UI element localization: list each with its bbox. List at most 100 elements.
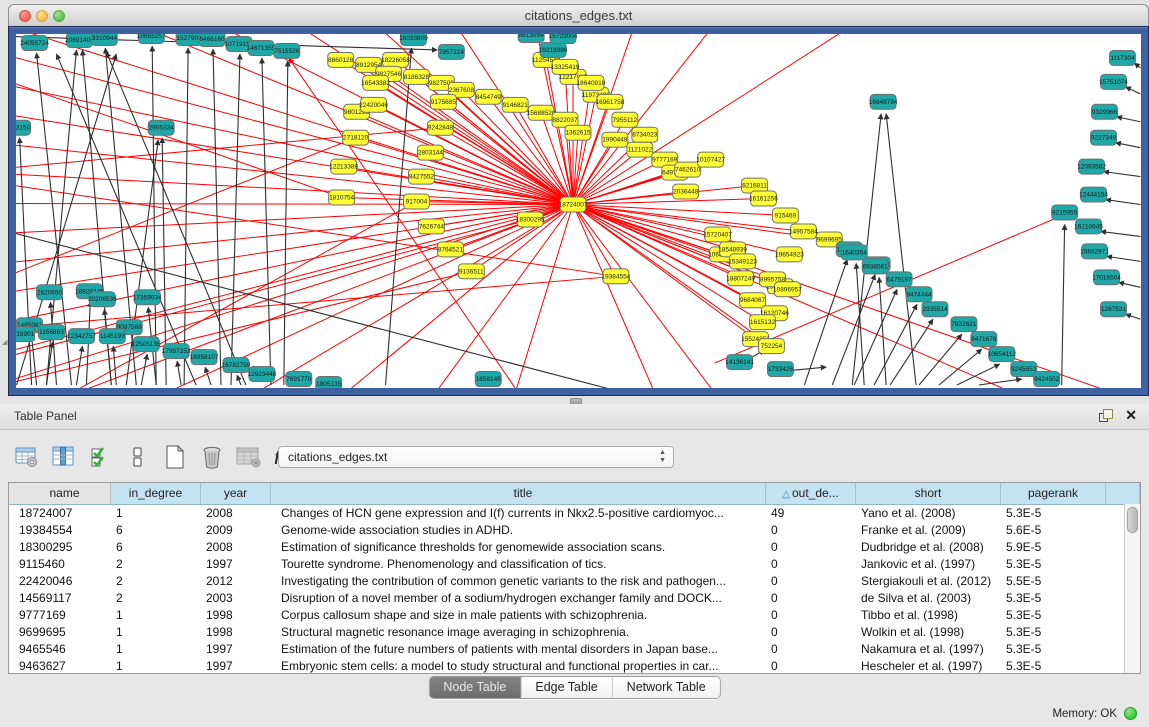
graph-node[interactable]: 8186328 bbox=[403, 69, 429, 84]
graph-node[interactable]: 2905334 bbox=[148, 120, 174, 135]
table-options-icon[interactable] bbox=[14, 444, 40, 470]
graph-node[interactable]: 8734023 bbox=[632, 127, 658, 142]
graph-node[interactable]: 9227349 bbox=[1091, 130, 1117, 145]
graph-node[interactable]: 3310944 bbox=[91, 34, 117, 45]
table-row[interactable]: 1872400712008Changes of HCN gene express… bbox=[9, 505, 1140, 522]
graph-node[interactable]: 15692971 bbox=[1080, 244, 1109, 259]
graph-node[interactable]: 6938561 bbox=[862, 259, 888, 274]
graph-node[interactable]: 1156863 bbox=[39, 325, 65, 340]
panel-splitter[interactable] bbox=[0, 396, 1149, 404]
graph-node[interactable]: 8764521 bbox=[437, 242, 463, 257]
graph-node[interactable]: 18300295 bbox=[516, 212, 545, 227]
graph-node[interactable]: 9245652 bbox=[1011, 362, 1037, 377]
graph-node[interactable]: 16543382 bbox=[361, 75, 390, 90]
graph-node[interactable]: 9329966 bbox=[1092, 104, 1118, 119]
graph-node[interactable]: 10107427 bbox=[696, 152, 725, 167]
graph-node[interactable]: 1905135 bbox=[316, 377, 342, 388]
graph-node[interactable]: 16161256 bbox=[749, 191, 778, 206]
graph-node[interactable]: 752254 bbox=[758, 339, 784, 354]
graph-node[interactable]: 9146821 bbox=[502, 97, 528, 112]
table-row[interactable]: 911546021997Tourette syndrome. Phenomeno… bbox=[9, 556, 1140, 573]
table-row[interactable]: 1830029562008Estimation of significance … bbox=[9, 539, 1140, 556]
graph-node[interactable]: 1733426 bbox=[767, 362, 793, 377]
tab-edge-table[interactable]: Edge Table bbox=[521, 677, 612, 698]
graph-node[interactable]: 2718120 bbox=[343, 130, 369, 145]
tab-network-table[interactable]: Network Table bbox=[613, 677, 720, 698]
graph-node[interactable]: 3915901 bbox=[16, 327, 35, 342]
graph-node[interactable]: 6479197 bbox=[886, 272, 912, 287]
graph-node[interactable]: 8215955 bbox=[1052, 205, 1078, 220]
graph-node[interactable]: 1990448 bbox=[602, 132, 628, 147]
graph-node[interactable]: 12444154 bbox=[1079, 187, 1108, 202]
graph-node[interactable]: 2603150 bbox=[16, 120, 31, 135]
graph-node[interactable]: 9684067 bbox=[740, 293, 766, 308]
graph-node[interactable]: 2620650 bbox=[37, 285, 63, 300]
graph-node[interactable]: 917004 bbox=[403, 194, 429, 209]
graph-node[interactable]: 6466160 bbox=[199, 34, 225, 46]
column-header-title[interactable]: title bbox=[271, 483, 766, 504]
graph-node[interactable]: 7832621 bbox=[951, 317, 977, 332]
graph-node[interactable]: 17957253 bbox=[162, 344, 191, 359]
table-selector-dropdown[interactable]: citations_edges.txt ▲▼ bbox=[278, 446, 674, 468]
graph-node[interactable]: 13325419 bbox=[551, 59, 580, 74]
graph-node[interactable]: 7626744 bbox=[418, 219, 444, 234]
graph-node[interactable]: 9175685 bbox=[430, 94, 456, 109]
graph-node[interactable]: 9136511 bbox=[458, 264, 484, 279]
network-canvas[interactable]: 8860128891295418226058982754681863281654… bbox=[16, 34, 1141, 388]
graph-node[interactable]: 1810754 bbox=[329, 190, 355, 205]
graph-node[interactable]: 10896957 bbox=[773, 282, 802, 297]
graph-node[interactable]: 22420046 bbox=[359, 97, 388, 112]
graph-node[interactable]: 1658145 bbox=[475, 372, 501, 387]
graph-node[interactable]: 12342757 bbox=[67, 329, 96, 344]
graph-node[interactable]: 19654923 bbox=[775, 247, 804, 262]
graph-node[interactable]: 16033809 bbox=[399, 34, 428, 45]
graph-node[interactable]: 1527902 bbox=[176, 34, 202, 45]
table-row[interactable]: 969969511998Structural magnetic resonanc… bbox=[9, 624, 1140, 641]
scrollbar-thumb[interactable] bbox=[1127, 507, 1138, 533]
column-header-out_de[interactable]: △out_de... bbox=[766, 483, 856, 504]
graph-node[interactable]: 8860128 bbox=[328, 52, 354, 67]
graph-node[interactable]: 18640910 bbox=[577, 75, 606, 90]
graph-node[interactable]: 15723004 bbox=[549, 34, 578, 43]
graph-node[interactable]: 8813054 bbox=[518, 34, 544, 42]
graph-node[interactable]: 7857224 bbox=[438, 44, 464, 59]
column-visibility-icon[interactable] bbox=[88, 444, 114, 470]
graph-node[interactable]: 7955112 bbox=[612, 112, 638, 127]
graph-node[interactable]: 7515526 bbox=[274, 43, 300, 58]
graph-node[interactable]: 19218986 bbox=[539, 42, 568, 57]
graph-node[interactable]: 20206536 bbox=[88, 292, 117, 307]
memory-status-icon[interactable] bbox=[1124, 707, 1137, 720]
graph-node[interactable]: 14957584 bbox=[789, 224, 818, 239]
graph-node[interactable]: 1362615 bbox=[565, 125, 591, 140]
close-panel-icon[interactable]: ✕ bbox=[1125, 408, 1137, 422]
graph-node[interactable]: 15720407 bbox=[703, 227, 732, 242]
table-row[interactable]: 946554611997Estimation of the future num… bbox=[9, 641, 1140, 658]
graph-node[interactable]: 8427552 bbox=[408, 169, 434, 184]
graph-node[interactable]: 16648784 bbox=[869, 94, 898, 109]
graph-node[interactable]: 14671355 bbox=[247, 40, 276, 55]
delete-table-icon[interactable] bbox=[199, 444, 225, 470]
graph-node[interactable]: 16961758 bbox=[596, 94, 625, 109]
graph-node[interactable]: 14136141 bbox=[725, 355, 754, 370]
tab-node-table[interactable]: Node Table bbox=[429, 677, 521, 698]
graph-node[interactable]: 16782759 bbox=[222, 358, 251, 373]
column-header-year[interactable]: year bbox=[201, 483, 271, 504]
float-panel-icon[interactable] bbox=[1099, 409, 1113, 422]
graph-node[interactable]: 2803144 bbox=[417, 145, 443, 160]
graph-node[interactable]: 1121022 bbox=[627, 142, 653, 157]
graph-node[interactable]: 8454749 bbox=[475, 89, 501, 104]
graph-node[interactable]: 19384554 bbox=[602, 269, 631, 284]
column-layout-icon[interactable] bbox=[51, 444, 77, 470]
graph-node[interactable]: 10654112 bbox=[988, 347, 1017, 362]
network-window-titlebar[interactable]: citations_edges.txt bbox=[8, 4, 1149, 27]
column-header-pagerank[interactable]: pagerank bbox=[1001, 483, 1106, 504]
table-row[interactable]: 1456911722003Disruption of a novel membe… bbox=[9, 590, 1140, 607]
graph-node[interactable]: 20691406 bbox=[65, 34, 94, 47]
column-header-short[interactable]: short bbox=[856, 483, 1001, 504]
new-table-icon[interactable] bbox=[162, 444, 188, 470]
graph-node[interactable]: 9242848 bbox=[427, 120, 453, 135]
graph-node[interactable]: 2935514 bbox=[922, 302, 948, 317]
graph-node[interactable]: 12505135 bbox=[132, 337, 161, 352]
graph-node[interactable]: 16210645 bbox=[1074, 219, 1103, 234]
graph-node[interactable]: 18807249 bbox=[726, 271, 755, 286]
